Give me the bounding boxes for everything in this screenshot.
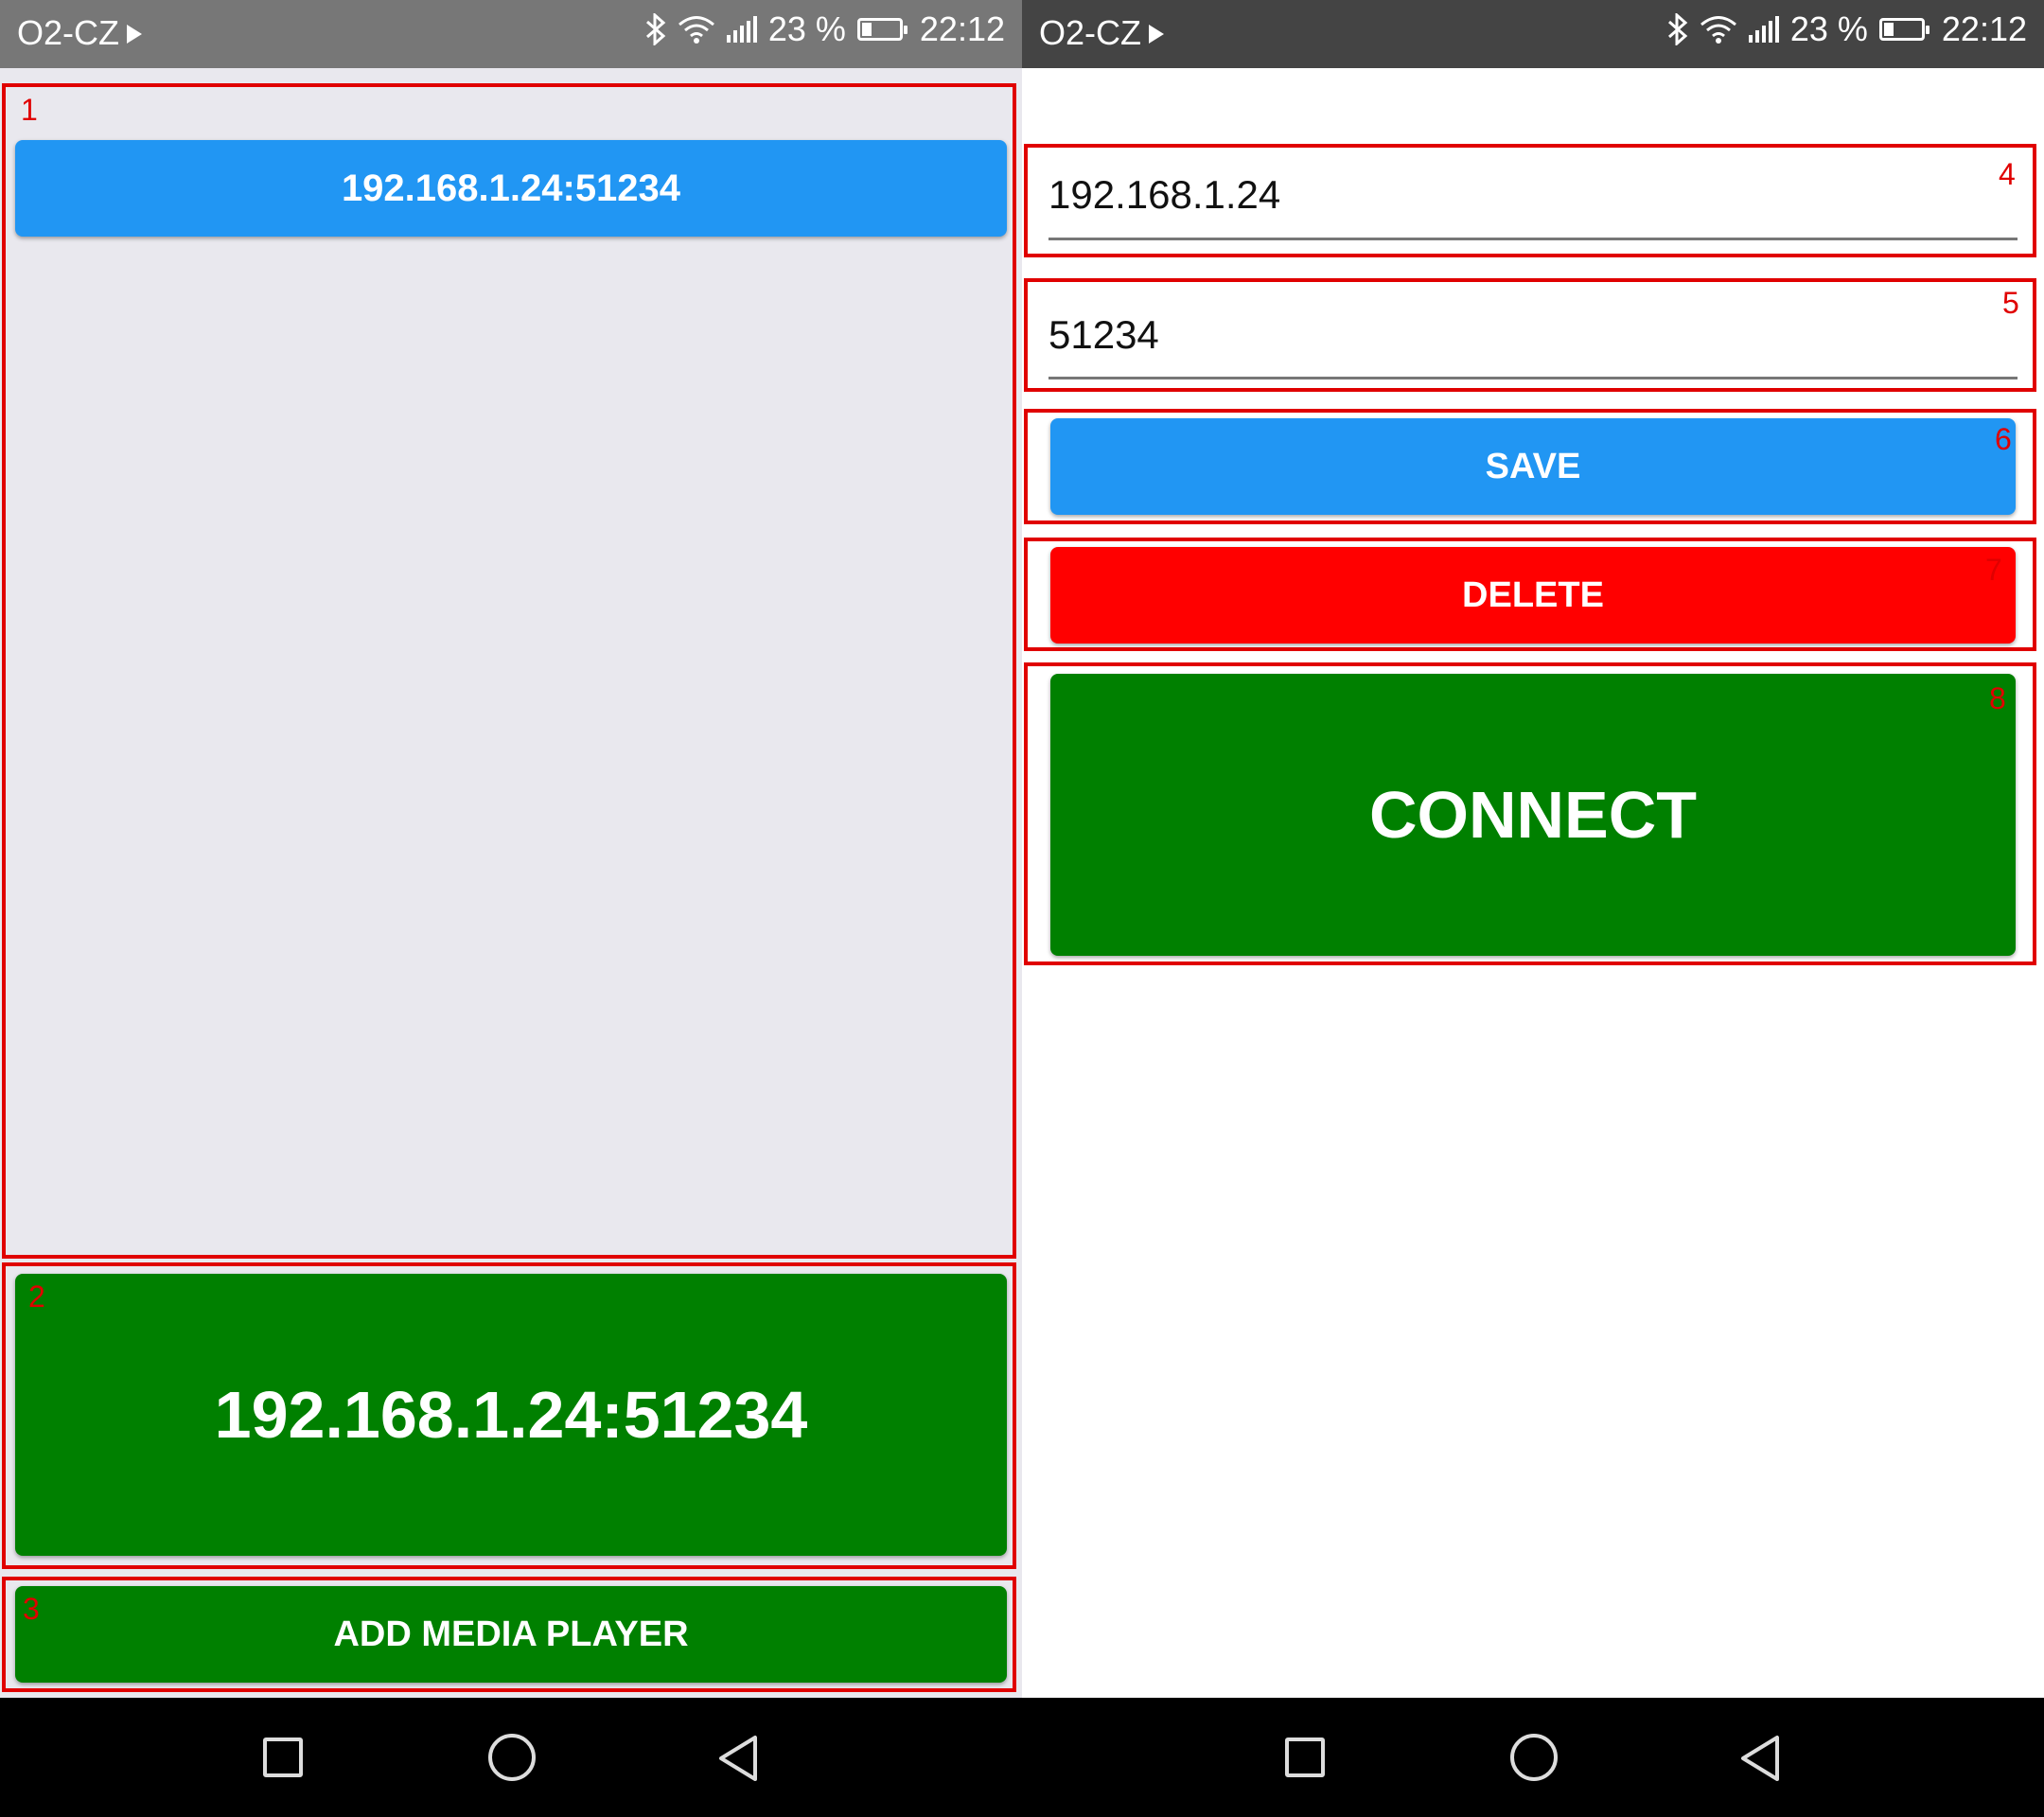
annotation-label-8: 8	[1989, 681, 2006, 715]
battery-percent: 23 %	[1789, 9, 1868, 48]
connect-label: CONNECT	[1368, 778, 1698, 852]
media-player-list-item[interactable]: 192.168.1.24:51234	[15, 140, 1007, 237]
carrier-label: O2-CZ	[1039, 13, 1141, 52]
navigation-bar	[1022, 1698, 2044, 1817]
home-circle-icon[interactable]	[1510, 1734, 1558, 1781]
list-item-label: 192.168.1.24:51234	[341, 167, 681, 209]
save-label: SAVE	[1485, 446, 1581, 486]
annotation-label-3: 3	[23, 1592, 40, 1626]
add-media-player-label: ADD MEDIA PLAYER	[333, 1614, 689, 1654]
annotation-label-1: 1	[21, 93, 38, 127]
play-icon	[127, 25, 142, 44]
annotation-box-1	[2, 83, 1016, 1259]
wifi-icon	[1700, 16, 1736, 44]
ip-address-underline	[1048, 238, 2018, 240]
status-bar: O2-CZ 23 % 22:12	[1022, 0, 2044, 68]
connect-button[interactable]: CONNECT	[1050, 674, 2016, 956]
recents-square-icon[interactable]	[1285, 1738, 1325, 1777]
wifi-icon	[678, 16, 714, 44]
home-circle-icon[interactable]	[488, 1734, 536, 1781]
annotation-label-7: 7	[1985, 553, 2002, 587]
media-player-edit-screen: O2-CZ 23 % 22:12 4 192.168.1.24 5 51234 …	[1022, 0, 2044, 1817]
signal-icon	[726, 16, 757, 43]
back-triangle-icon[interactable]	[715, 1734, 761, 1783]
port-field[interactable]: 51234	[1048, 312, 2018, 379]
port-underline	[1048, 377, 2018, 379]
annotation-label-6: 6	[1995, 422, 2012, 456]
selected-player-button[interactable]: 192.168.1.24:51234	[15, 1274, 1007, 1556]
status-bar: O2-CZ 23 % 22:12	[0, 0, 1022, 68]
bluetooth-icon	[645, 13, 666, 45]
port-value: 51234	[1048, 312, 1159, 357]
battery-icon	[856, 18, 907, 41]
battery-percent: 23 %	[767, 9, 846, 48]
navigation-bar	[0, 1698, 1022, 1817]
add-media-player-button[interactable]: ADD MEDIA PLAYER	[15, 1586, 1007, 1683]
selected-player-label: 192.168.1.24:51234	[214, 1378, 808, 1452]
delete-label: DELETE	[1462, 574, 1604, 615]
play-icon	[1149, 25, 1164, 44]
signal-icon	[1748, 16, 1779, 43]
clock: 22:12	[1941, 9, 2027, 48]
bluetooth-icon	[1667, 13, 1688, 45]
recents-square-icon[interactable]	[263, 1738, 303, 1777]
annotation-label-2: 2	[28, 1279, 45, 1314]
back-triangle-icon[interactable]	[1737, 1734, 1783, 1783]
delete-button[interactable]: DELETE	[1050, 547, 2016, 644]
carrier-label: O2-CZ	[17, 13, 119, 52]
ip-address-field[interactable]: 192.168.1.24	[1048, 172, 2018, 238]
media-player-list-screen: O2-CZ 23 % 22:12 1 192.168.1.24:51234 19…	[0, 0, 1022, 1817]
ip-address-value: 192.168.1.24	[1048, 172, 1281, 217]
battery-icon	[1878, 18, 1929, 41]
clock: 22:12	[919, 9, 1005, 48]
save-button[interactable]: SAVE	[1050, 418, 2016, 515]
